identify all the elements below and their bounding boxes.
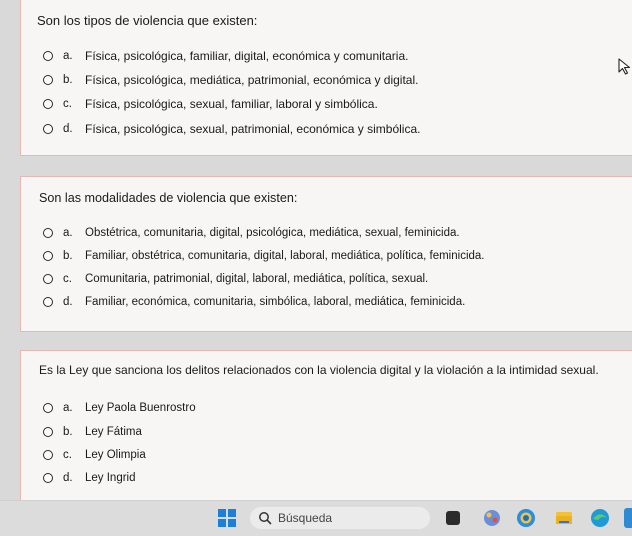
option-text: Ley Paola Buenrostro [85,402,196,414]
option-b[interactable]: b. Física, psicológica, mediática, patri… [43,73,418,87]
option-d[interactable]: d. Física, psicológica, sexual, patrimon… [43,122,420,136]
paint-icon[interactable] [482,508,502,528]
option-text: Obstétrica, comunitaria, digital, psicol… [85,227,460,239]
question-card-3: Es la Ley que sanciona los delitos relac… [20,350,632,506]
question-prompt: Son las modalidades de violencia que exi… [39,191,298,205]
option-letter: a. [63,50,73,62]
option-letter: b. [63,74,73,86]
mouse-cursor-icon [618,58,631,75]
app-icon[interactable] [624,508,632,528]
option-letter: b. [63,426,73,438]
option-b[interactable]: b. Ley Fátima [43,426,142,438]
radio-button[interactable] [43,99,53,109]
option-letter: c. [63,273,72,285]
option-text: Comunitaria, patrimonial, digital, labor… [85,273,429,285]
option-letter: d. [63,123,73,135]
folder-icon[interactable] [554,508,574,528]
chrome-icon[interactable] [516,508,536,528]
radio-button[interactable] [43,75,53,85]
question-card-2: Son las modalidades de violencia que exi… [20,176,632,332]
option-letter: a. [63,227,73,239]
radio-button[interactable] [43,274,53,284]
taskbar: Búsqueda [0,500,632,536]
radio-button[interactable] [43,297,53,307]
radio-button[interactable] [43,228,53,238]
option-letter: b. [63,250,73,262]
option-letter: c. [63,449,72,461]
option-letter: d. [63,472,73,484]
search-icon [259,512,272,525]
radio-button[interactable] [43,473,53,483]
option-text: Física, psicológica, sexual, familiar, l… [85,97,378,111]
edge-icon[interactable] [590,508,610,528]
option-text: Ley Olimpia [85,449,146,461]
option-text: Ley Ingrid [85,472,136,484]
radio-button[interactable] [43,51,53,61]
radio-button[interactable] [43,403,53,413]
question-card-1: Son los tipos de violencia que existen: … [20,0,632,156]
question-prompt: Son los tipos de violencia que existen: [37,13,258,28]
option-d[interactable]: d. Ley Ingrid [43,472,136,484]
option-c[interactable]: c. Comunitaria, patrimonial, digital, la… [43,273,428,285]
option-b[interactable]: b. Familiar, obstétrica, comunitaria, di… [43,250,484,262]
option-letter: a. [63,402,73,414]
option-text: Familiar, económica, comunitaria, simból… [85,296,466,308]
search-placeholder: Búsqueda [278,511,333,525]
option-text: Física, psicológica, sexual, patrimonial… [85,122,421,136]
option-a[interactable]: a. Ley Paola Buenrostro [43,402,196,414]
option-letter: c. [63,98,72,110]
option-text: Ley Fátima [85,426,142,438]
question-prompt: Es la Ley que sanciona los delitos relac… [39,363,599,377]
option-c[interactable]: c. Física, psicológica, sexual, familiar… [43,97,378,111]
option-text: Familiar, obstétrica, comunitaria, digit… [85,250,485,262]
radio-button[interactable] [43,427,53,437]
option-d[interactable]: d. Familiar, económica, comunitaria, sim… [43,296,465,308]
option-c[interactable]: c. Ley Olimpia [43,449,146,461]
option-a[interactable]: a. Física, psicológica, familiar, digita… [43,49,408,63]
taskbar-search-box[interactable]: Búsqueda [250,507,430,529]
radio-button[interactable] [43,450,53,460]
option-text: Física, psicológica, familiar, digital, … [85,49,409,63]
radio-button[interactable] [43,251,53,261]
file-icon[interactable] [446,511,460,525]
radio-button[interactable] [43,124,53,134]
option-letter: d. [63,296,73,308]
windows-start-icon[interactable] [218,509,236,527]
option-a[interactable]: a. Obstétrica, comunitaria, digital, psi… [43,227,460,239]
option-text: Física, psicológica, mediática, patrimon… [85,73,419,87]
